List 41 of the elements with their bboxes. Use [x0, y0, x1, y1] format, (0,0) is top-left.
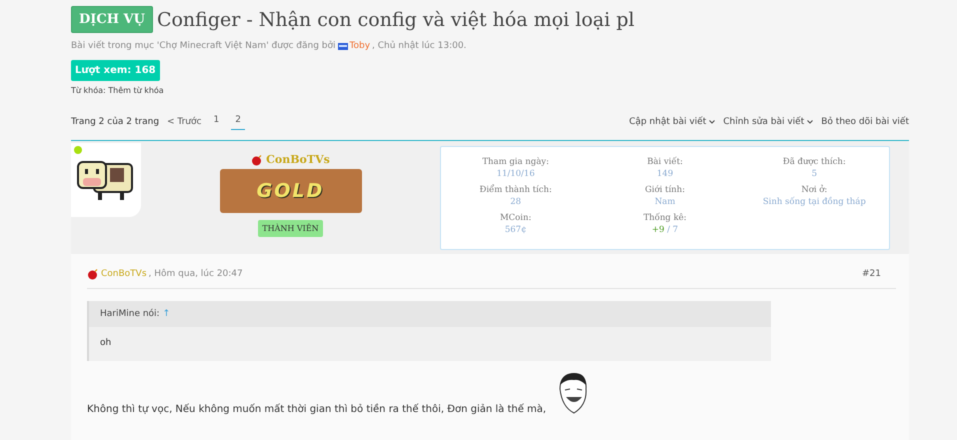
- stat-label: MCoin:: [500, 212, 532, 224]
- stat-label: Tham gia ngày:: [482, 156, 549, 168]
- thread-action[interactable]: Chỉnh sửa bài viết: [723, 116, 814, 126]
- previous-link[interactable]: < Trước: [167, 116, 202, 126]
- stat-value: 149: [656, 168, 674, 180]
- stat-value: +9 / 7: [652, 224, 678, 236]
- stat-value: 11/10/16: [496, 168, 535, 180]
- post-number[interactable]: #21: [862, 269, 881, 279]
- page-link[interactable]: 2: [231, 113, 245, 130]
- views-badge: Lượt xem: 168: [71, 60, 160, 81]
- stat-label: Điểm thành tích:: [479, 184, 552, 196]
- stat-label: Nơi ở:: [801, 184, 828, 196]
- meta-time: , Chủ nhật lúc 13:00.: [372, 41, 466, 51]
- thread-action[interactable]: Cập nhật bài viết: [629, 116, 716, 126]
- meta-text: Bài viết trong mục 'Chợ Minecraft Việt Nam' được đăng bởi: [71, 41, 336, 51]
- stat-value: Nam: [654, 196, 676, 208]
- stat-value: 5: [812, 168, 818, 180]
- bomb-icon: [251, 154, 264, 166]
- role-badge: THÀNH VIÊN: [258, 220, 323, 237]
- stat-label: Giới tính:: [644, 184, 685, 196]
- quote-text: oh: [89, 327, 771, 361]
- stat-label: Đã được thích:: [782, 156, 846, 168]
- stat-value: Sinh sống tại đồng tháp: [762, 196, 866, 208]
- thread-title: Configer - Nhận con config và việt hóa mọi loại pl: [156, 8, 634, 30]
- rank-banner: GOLD: [220, 169, 362, 213]
- avatar[interactable]: [71, 143, 141, 217]
- post-time: , Hôm qua, lúc 20:47: [148, 269, 243, 279]
- page-link[interactable]: 1: [209, 113, 224, 130]
- caret-icon: [807, 120, 814, 124]
- stat-label: Thống kê:: [643, 212, 686, 224]
- bomb-icon: [87, 268, 99, 280]
- caret-icon: [709, 120, 716, 124]
- stat-value: 567¢: [504, 224, 526, 236]
- stat-value: 28: [510, 196, 522, 208]
- stat-label: Bài viết:: [647, 156, 683, 168]
- page-label: Trang 2 của 2 trang: [71, 116, 160, 126]
- card-icon: [338, 42, 348, 50]
- thread-action[interactable]: Bỏ theo dõi bài viết: [821, 116, 909, 126]
- post-text: Không thì tự vọc, Nếu không muốn mất thời gian thì bỏ tiền ra thế thôi, Đơn giản là thế mà,: [87, 404, 546, 415]
- quote-attribution: HariMine nói:: [100, 309, 160, 319]
- tags-text: Từ khóa: Thêm từ khóa: [71, 86, 165, 95]
